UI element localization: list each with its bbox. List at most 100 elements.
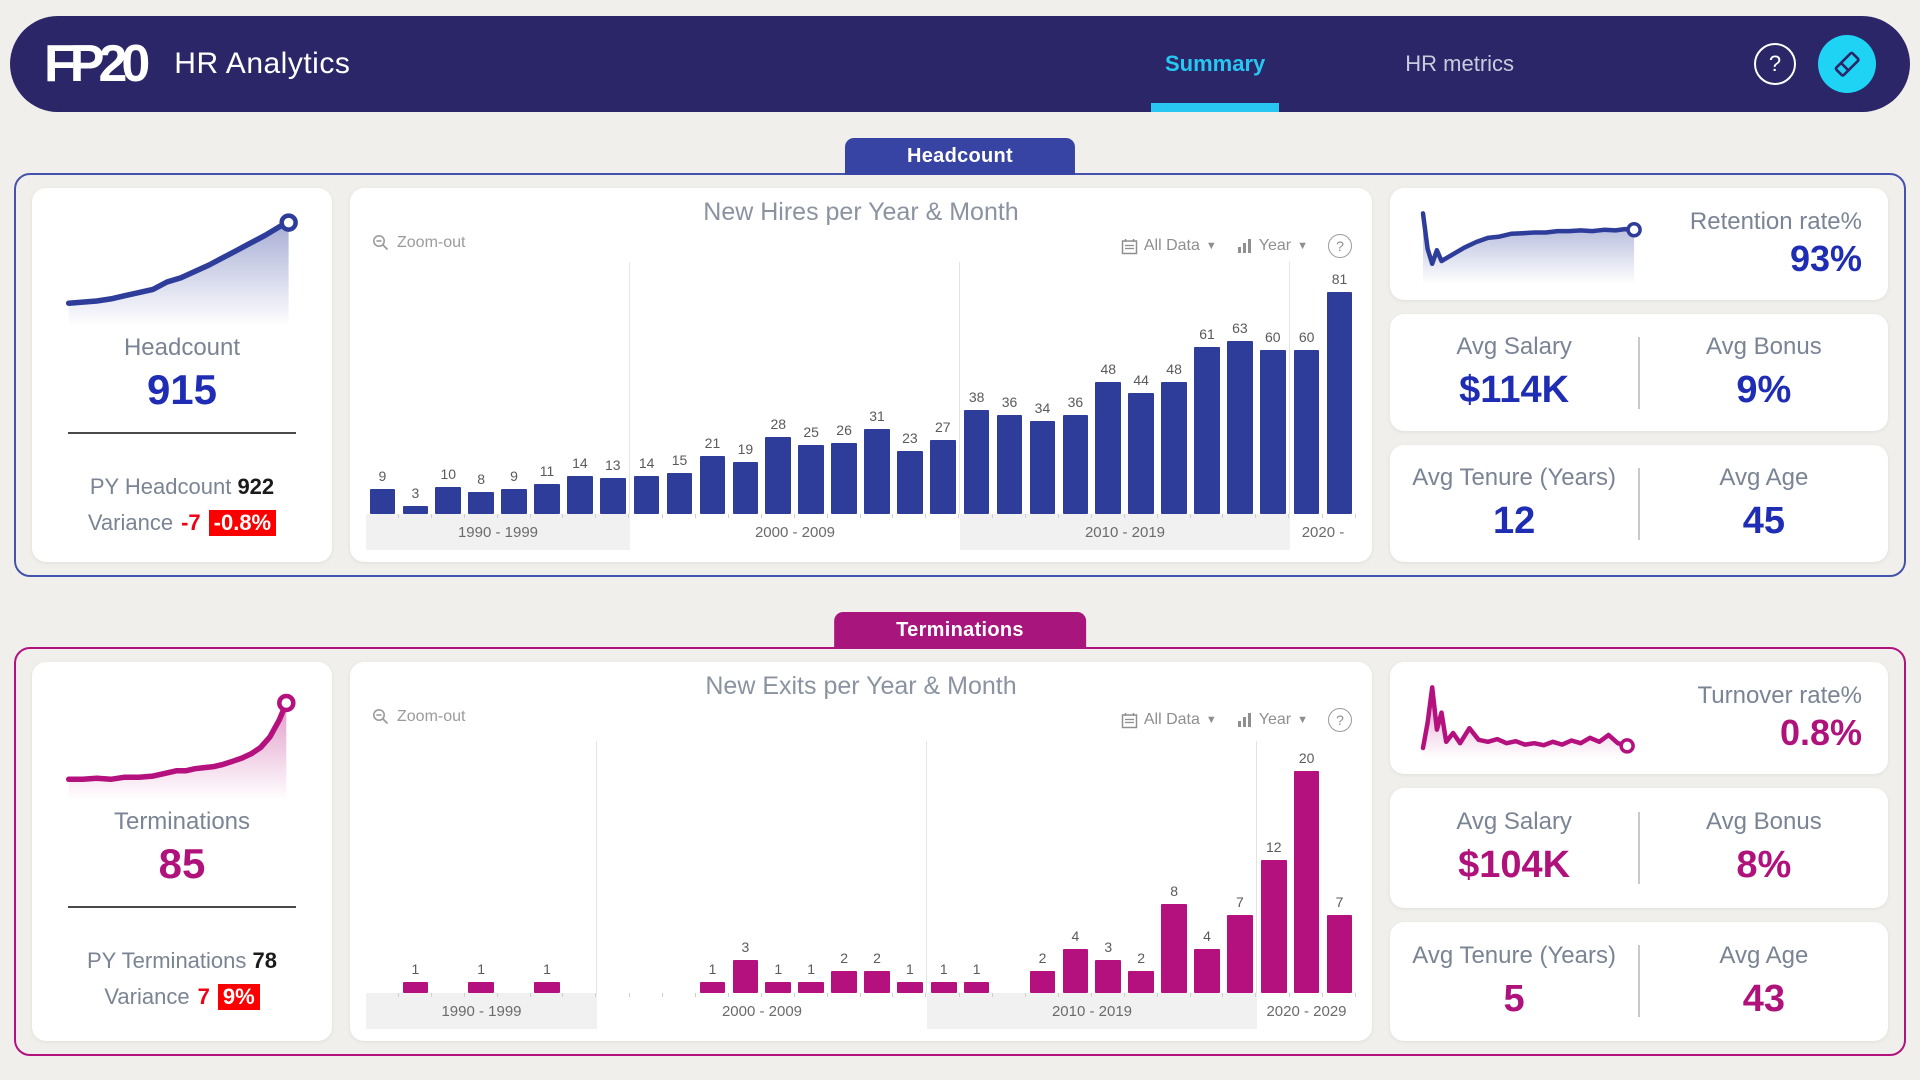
year-slot: 23 bbox=[893, 262, 926, 514]
bar[interactable] bbox=[897, 451, 923, 514]
bar[interactable] bbox=[534, 982, 560, 993]
year-slot: 44 bbox=[1125, 262, 1158, 514]
bar[interactable] bbox=[1194, 347, 1220, 514]
bar[interactable] bbox=[831, 971, 857, 993]
bar[interactable] bbox=[403, 506, 429, 514]
avg-tenure-value: 5 bbox=[1504, 978, 1525, 1021]
nav-tabs: Summary HR metrics bbox=[1165, 16, 1514, 112]
year-slot: 1 bbox=[399, 741, 432, 993]
bar[interactable] bbox=[1194, 949, 1220, 993]
decade-band-label: 2020 - bbox=[1290, 514, 1356, 550]
bar-value-label: 2 bbox=[1039, 950, 1047, 966]
bar[interactable] bbox=[1294, 350, 1320, 514]
bar[interactable] bbox=[864, 971, 890, 993]
bar[interactable] bbox=[567, 476, 593, 514]
bar[interactable] bbox=[765, 982, 791, 993]
bar[interactable] bbox=[600, 478, 626, 514]
bar[interactable] bbox=[700, 456, 726, 514]
new-exits-bar-chart: 1111311221112432847122071990 - 19992000 … bbox=[366, 741, 1356, 1029]
bar[interactable] bbox=[403, 982, 429, 993]
bar[interactable] bbox=[1063, 949, 1089, 993]
bar[interactable] bbox=[468, 492, 494, 514]
bar[interactable] bbox=[1128, 393, 1154, 514]
bar[interactable] bbox=[1327, 915, 1353, 993]
bar[interactable] bbox=[733, 960, 759, 993]
all-data-dropdown[interactable]: All Data ▼ bbox=[1121, 711, 1217, 729]
bar-value-label: 15 bbox=[672, 452, 688, 468]
bar[interactable] bbox=[1161, 382, 1187, 514]
bar[interactable] bbox=[765, 437, 791, 514]
bar[interactable] bbox=[798, 982, 824, 993]
bar[interactable] bbox=[1260, 350, 1286, 514]
zoom-out-button[interactable]: Zoom-out bbox=[372, 234, 465, 252]
bar-value-label: 21 bbox=[705, 435, 721, 451]
tab-hr-metrics[interactable]: HR metrics bbox=[1405, 16, 1514, 112]
bar[interactable] bbox=[964, 982, 990, 993]
bar[interactable] bbox=[1030, 421, 1056, 514]
question-mark-icon: ? bbox=[1336, 238, 1344, 254]
bar[interactable] bbox=[831, 443, 857, 514]
bar[interactable] bbox=[1227, 341, 1253, 514]
bar[interactable] bbox=[501, 489, 527, 514]
zoom-out-label: Zoom-out bbox=[397, 234, 465, 252]
bar[interactable] bbox=[931, 982, 957, 993]
bar[interactable] bbox=[634, 476, 660, 514]
bar[interactable] bbox=[370, 489, 396, 514]
bar[interactable] bbox=[1063, 415, 1089, 514]
granularity-dropdown[interactable]: Year ▼ bbox=[1237, 237, 1308, 255]
terminations-section-badge: Terminations bbox=[834, 612, 1086, 649]
bar[interactable] bbox=[864, 429, 890, 514]
decade-group: 1311221 bbox=[596, 741, 926, 993]
retention-rate-card: Retention rate% 93% bbox=[1390, 188, 1888, 300]
turnover-rate-card: Turnover rate% 0.8% bbox=[1390, 662, 1888, 774]
bar[interactable] bbox=[534, 484, 560, 514]
variance-percent-badge: -0.8% bbox=[209, 510, 276, 536]
bar[interactable] bbox=[997, 415, 1023, 514]
bar[interactable] bbox=[733, 462, 759, 514]
kpi-label: Headcount bbox=[124, 334, 240, 362]
tenure-age-card: Avg Tenure (Years) 5 Avg Age 43 bbox=[1390, 922, 1888, 1042]
chevron-down-icon: ▼ bbox=[1206, 714, 1217, 726]
bar-value-label: 38 bbox=[969, 389, 985, 405]
bar[interactable] bbox=[1128, 971, 1154, 993]
avg-bonus-label: Avg Bonus bbox=[1706, 808, 1822, 836]
avg-tenure-label: Avg Tenure (Years) bbox=[1412, 464, 1616, 492]
bar[interactable] bbox=[1161, 904, 1187, 993]
year-slot: 2 bbox=[861, 741, 894, 993]
bar-value-label: 34 bbox=[1035, 400, 1051, 416]
bar[interactable] bbox=[930, 440, 956, 514]
bar-value-label: 48 bbox=[1166, 361, 1182, 377]
granularity-dropdown[interactable]: Year ▼ bbox=[1237, 711, 1308, 729]
year-slot: 10 bbox=[432, 262, 465, 514]
bar[interactable] bbox=[897, 982, 923, 993]
bar[interactable] bbox=[1030, 971, 1056, 993]
zoom-out-button[interactable]: Zoom-out bbox=[372, 708, 465, 726]
bar[interactable] bbox=[1261, 860, 1287, 993]
bar[interactable] bbox=[1294, 771, 1320, 993]
bar[interactable] bbox=[1227, 915, 1253, 993]
bar[interactable] bbox=[1095, 960, 1121, 993]
rate-label: Retention rate% bbox=[1690, 208, 1862, 236]
bar[interactable] bbox=[435, 487, 461, 514]
all-data-label: All Data bbox=[1144, 237, 1200, 255]
bar-value-label: 48 bbox=[1100, 361, 1116, 377]
year-slot bbox=[993, 741, 1026, 993]
tab-summary[interactable]: Summary bbox=[1165, 16, 1265, 112]
chart-help-button[interactable]: ? bbox=[1328, 708, 1352, 732]
decade-band-label: 2020 - 2029 bbox=[1257, 993, 1356, 1029]
chart-help-button[interactable]: ? bbox=[1328, 234, 1352, 258]
bar-value-label: 12 bbox=[1266, 839, 1282, 855]
bar[interactable] bbox=[1095, 382, 1121, 514]
bar[interactable] bbox=[964, 410, 990, 514]
bar[interactable] bbox=[1327, 292, 1353, 514]
all-data-dropdown[interactable]: All Data ▼ bbox=[1121, 237, 1217, 255]
clear-filters-button[interactable] bbox=[1818, 35, 1876, 93]
bar[interactable] bbox=[798, 445, 824, 514]
bar[interactable] bbox=[700, 982, 726, 993]
terminations-section: Terminations 85 PY Terminations 78 Varia… bbox=[14, 647, 1906, 1056]
bar[interactable] bbox=[468, 982, 494, 993]
decade-axis: 1990 - 19992000 - 20092010 - 20192020 - … bbox=[366, 993, 1356, 1029]
help-button[interactable]: ? bbox=[1754, 43, 1796, 85]
bar[interactable] bbox=[667, 473, 693, 514]
avg-tenure-label: Avg Tenure (Years) bbox=[1412, 942, 1616, 970]
